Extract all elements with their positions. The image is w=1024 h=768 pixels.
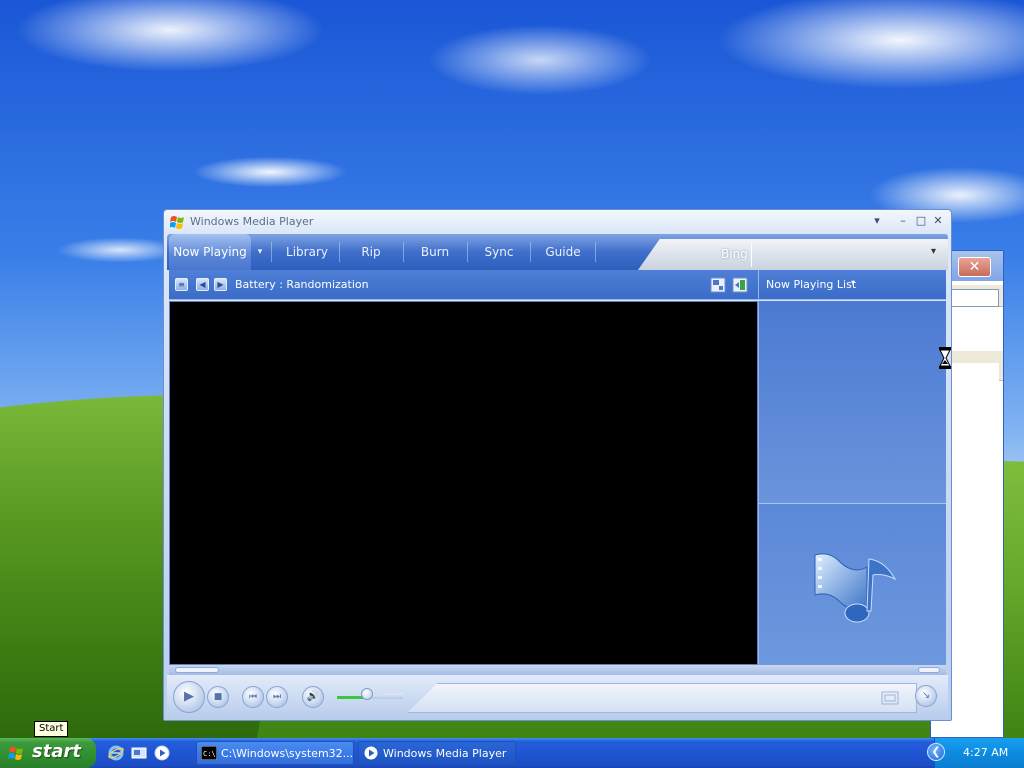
seek-slider-right[interactable] (918, 667, 940, 673)
system-tray: ❮ 4:27 AM (927, 738, 1024, 768)
tab-now-playing[interactable]: Now Playing (169, 234, 251, 270)
online-store-selector[interactable]: Bing ▾ (638, 239, 948, 270)
options-menu-icon[interactable]: ≡ (175, 278, 188, 291)
media-player-titlebar[interactable]: Windows Media Player ▾ – □ ✕ (164, 210, 951, 234)
online-store-dropdown-icon[interactable]: ▾ (931, 246, 936, 257)
now-playing-info-bar: ≡ ◀ ▶ Battery : Randomization (169, 270, 758, 300)
windows-flag-icon (8, 747, 23, 760)
media-player-window: Windows Media Player ▾ – □ ✕ Now Playing… (163, 209, 952, 721)
tab-separator (339, 242, 340, 262)
show-desktop-icon[interactable] (131, 745, 147, 761)
minimize-button[interactable]: – (896, 214, 910, 228)
previous-info-arrow-icon[interactable]: ◀ (196, 278, 209, 291)
tab-separator (467, 242, 468, 262)
seek-slider-left[interactable] (175, 667, 219, 673)
feature-tabs: Now Playing ▾ Library Rip Burn Sync Guid… (167, 234, 948, 270)
command-prompt-icon: C:\ (201, 746, 217, 760)
tab-burn[interactable]: Burn (405, 234, 465, 270)
next-button[interactable]: ⏭ (266, 686, 288, 708)
video-display-area[interactable] (169, 301, 758, 665)
window-menu-button[interactable]: ▾ (870, 214, 884, 228)
stop-button[interactable]: ■ (207, 686, 229, 708)
desktop-wallpaper: ✕ Windows Media Player ▾ – □ ✕ Now Playi… (0, 0, 1024, 738)
start-tooltip: Start (34, 721, 69, 737)
play-button[interactable]: ▶ (173, 681, 205, 713)
tab-separator (271, 242, 272, 262)
now-playing-list-pane[interactable] (758, 301, 946, 503)
tab-separator (595, 242, 596, 262)
close-button[interactable]: ✕ (931, 214, 945, 228)
chevron-down-icon[interactable]: ▾ (851, 278, 855, 287)
taskbar-command-prompt-label: C:\Windows\system32... (221, 747, 354, 760)
playback-controls: ▶ ■ ⏮ ⏭ 🔊 ↘ (167, 675, 948, 719)
show-playlist-icon[interactable] (732, 277, 748, 293)
taskbar-command-prompt[interactable]: C:\ C:\Windows\system32... (196, 741, 354, 765)
switch-to-compact-mode-icon[interactable]: ↘ (915, 685, 937, 707)
album-art-pane (758, 503, 946, 665)
now-playing-list-label[interactable]: Now Playing List (766, 278, 856, 291)
media-player-icon (364, 746, 378, 760)
start-button[interactable]: start (0, 738, 96, 768)
volume-knob[interactable] (361, 688, 373, 700)
seek-bar[interactable] (169, 665, 946, 675)
taskbar-media-player-label: Windows Media Player (383, 747, 507, 760)
background-window-close-button[interactable]: ✕ (958, 257, 991, 277)
tab-rip[interactable]: Rip (341, 234, 401, 270)
online-store-separator (751, 243, 752, 267)
clock[interactable]: 4:27 AM (963, 746, 1008, 759)
media-player-quicklaunch-icon[interactable] (154, 745, 170, 761)
tab-separator (530, 242, 531, 262)
tab-library[interactable]: Library (275, 234, 339, 270)
windows-flag-icon (170, 216, 184, 229)
track-title: Battery : Randomization (235, 278, 369, 291)
online-store-label[interactable]: Bing (721, 247, 748, 261)
hourglass-icon (939, 347, 951, 369)
window-title: Windows Media Player (190, 215, 314, 228)
svg-text:C:\: C:\ (203, 750, 216, 758)
taskbar-media-player[interactable]: Windows Media Player (358, 741, 516, 765)
next-info-arrow-icon[interactable]: ▶ (214, 278, 227, 291)
now-playing-dropdown[interactable]: ▾ (253, 234, 267, 270)
previous-button[interactable]: ⏮ (242, 686, 264, 708)
taskbar: start C:\ C:\Windows\system32... Windows… (0, 738, 1024, 768)
now-playing-list-header[interactable]: Now Playing List ▾ (758, 270, 946, 300)
background-window-field[interactable] (951, 289, 999, 307)
music-note-film-icon (814, 553, 897, 623)
switch-to-skin-mode-icon[interactable] (881, 690, 899, 706)
show-hidden-icons-button[interactable]: ❮ (927, 743, 945, 761)
internet-explorer-icon[interactable] (108, 745, 124, 761)
mute-button[interactable]: 🔊 (302, 686, 324, 708)
tab-guide[interactable]: Guide (532, 234, 594, 270)
tab-sync[interactable]: Sync (469, 234, 529, 270)
tab-separator (403, 242, 404, 262)
maximize-button[interactable]: □ (914, 214, 928, 228)
start-label[interactable]: start (32, 741, 81, 762)
background-window-address[interactable] (951, 363, 999, 381)
status-display (407, 683, 917, 713)
view-full-mode-icon[interactable] (710, 277, 726, 293)
